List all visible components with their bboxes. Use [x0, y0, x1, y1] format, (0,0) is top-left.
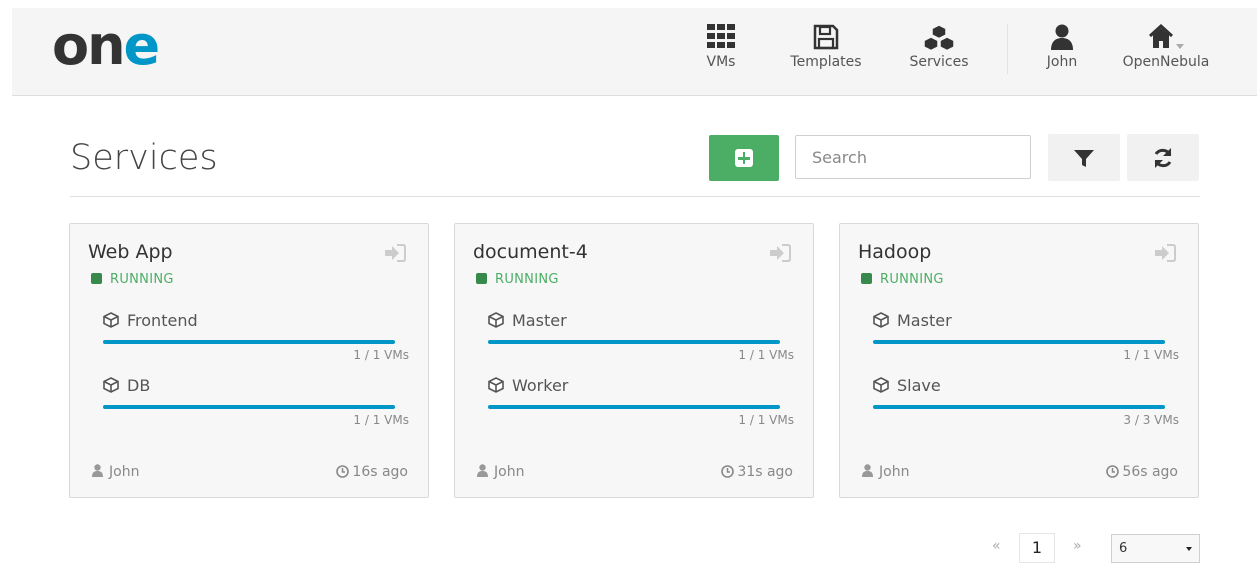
- title-divider: [70, 196, 1200, 197]
- role-item: Frontend 1 / 1 VMs: [103, 310, 409, 362]
- save-icon: [784, 24, 868, 54]
- caret-down-icon: [1186, 547, 1192, 551]
- status-dot: [476, 273, 487, 284]
- user-icon: [1040, 24, 1084, 54]
- service-card[interactable]: Hadoop RUNNING Master 1 / 1 VMs Slave 3 …: [839, 223, 1199, 498]
- service-name: Hadoop: [858, 241, 932, 263]
- role-vm-count: 1 / 1 VMs: [738, 413, 794, 427]
- svg-text:one: one: [52, 20, 159, 72]
- role-progress-bar: [103, 405, 395, 409]
- role-item: Slave 3 / 3 VMs: [873, 375, 1179, 427]
- cube-icon: [488, 377, 504, 393]
- refresh-icon: [1154, 148, 1172, 168]
- clock-icon: [336, 465, 350, 478]
- create-service-button[interactable]: [709, 135, 779, 181]
- role-vm-count: 3 / 3 VMs: [1123, 413, 1179, 427]
- cubes-icon: [904, 24, 974, 54]
- nav-label: John: [1046, 54, 1078, 70]
- service-age: 16s ago: [336, 464, 408, 480]
- user-icon: [92, 464, 103, 477]
- filter-button[interactable]: [1048, 134, 1120, 181]
- page-title: Services: [70, 138, 218, 178]
- cube-icon: [873, 312, 889, 328]
- service-name: Web App: [88, 241, 173, 263]
- role-progress-bar: [873, 405, 1165, 409]
- top-bar: one VMs Templates Services John OpenNebu…: [12, 8, 1257, 96]
- pagination-prev[interactable]: «: [992, 538, 1001, 554]
- filter-icon: [1074, 150, 1094, 167]
- role-name: Worker: [512, 376, 569, 395]
- role-item: Master 1 / 1 VMs: [488, 310, 794, 362]
- role-vm-count: 1 / 1 VMs: [353, 348, 409, 362]
- nav-templates[interactable]: Templates: [784, 24, 868, 84]
- role-name: Master: [512, 311, 567, 330]
- sign-in-icon[interactable]: [1154, 243, 1176, 267]
- role-progress-bar: [488, 405, 780, 409]
- role-vm-count: 1 / 1 VMs: [1123, 348, 1179, 362]
- service-card[interactable]: Web App RUNNING Frontend 1 / 1 VMs DB 1 …: [69, 223, 429, 498]
- role-name: Frontend: [127, 311, 198, 330]
- service-card[interactable]: document-4 RUNNING Master 1 / 1 VMs Work…: [454, 223, 814, 498]
- nav-label: Templates: [790, 54, 862, 70]
- role-vm-count: 1 / 1 VMs: [353, 413, 409, 427]
- nav-user[interactable]: John: [1040, 24, 1084, 84]
- role-item: DB 1 / 1 VMs: [103, 375, 409, 427]
- nav-label: VMs: [706, 54, 736, 70]
- pagination-current-page[interactable]: 1: [1019, 533, 1055, 563]
- status-dot: [861, 273, 872, 284]
- status-badge: RUNNING: [476, 272, 559, 287]
- user-icon: [862, 464, 873, 477]
- home-icon: [1116, 24, 1216, 54]
- cube-icon: [103, 312, 119, 328]
- nav-label: Services: [909, 54, 969, 70]
- service-owner: John: [92, 464, 139, 480]
- role-vm-count: 1 / 1 VMs: [738, 348, 794, 362]
- status-badge: RUNNING: [861, 272, 944, 287]
- nav-vms[interactable]: VMs: [698, 24, 744, 84]
- status-badge: RUNNING: [91, 272, 174, 287]
- cube-icon: [488, 312, 504, 328]
- search-input[interactable]: [795, 135, 1031, 179]
- sign-in-icon[interactable]: [769, 243, 791, 267]
- nav-zone[interactable]: OpenNebula: [1116, 24, 1216, 84]
- opennebula-logo[interactable]: one: [52, 14, 192, 77]
- nav-label: OpenNebula: [1122, 54, 1210, 70]
- plus-icon: [735, 149, 753, 167]
- refresh-button[interactable]: [1127, 134, 1199, 181]
- role-name: DB: [127, 376, 151, 395]
- sign-in-icon[interactable]: [384, 243, 406, 267]
- clock-icon: [1106, 465, 1120, 478]
- role-progress-bar: [873, 340, 1165, 344]
- role-name: Slave: [897, 376, 941, 395]
- service-name: document-4: [473, 241, 588, 263]
- service-owner: John: [477, 464, 524, 480]
- user-icon: [477, 464, 488, 477]
- service-owner: John: [862, 464, 909, 480]
- service-age: 31s ago: [721, 464, 793, 480]
- cube-icon: [103, 377, 119, 393]
- status-dot: [91, 273, 102, 284]
- page-size-select[interactable]: 6: [1111, 534, 1200, 563]
- role-name: Master: [897, 311, 952, 330]
- service-age: 56s ago: [1106, 464, 1178, 480]
- role-item: Master 1 / 1 VMs: [873, 310, 1179, 362]
- pagination-next[interactable]: »: [1073, 538, 1082, 554]
- nav-services[interactable]: Services: [904, 24, 974, 84]
- page-size-value: 6: [1119, 541, 1128, 556]
- nav-divider: [1007, 24, 1008, 74]
- role-item: Worker 1 / 1 VMs: [488, 375, 794, 427]
- grid-icon: [698, 24, 744, 54]
- cube-icon: [873, 377, 889, 393]
- role-progress-bar: [488, 340, 780, 344]
- clock-icon: [721, 465, 735, 478]
- role-progress-bar: [103, 340, 395, 344]
